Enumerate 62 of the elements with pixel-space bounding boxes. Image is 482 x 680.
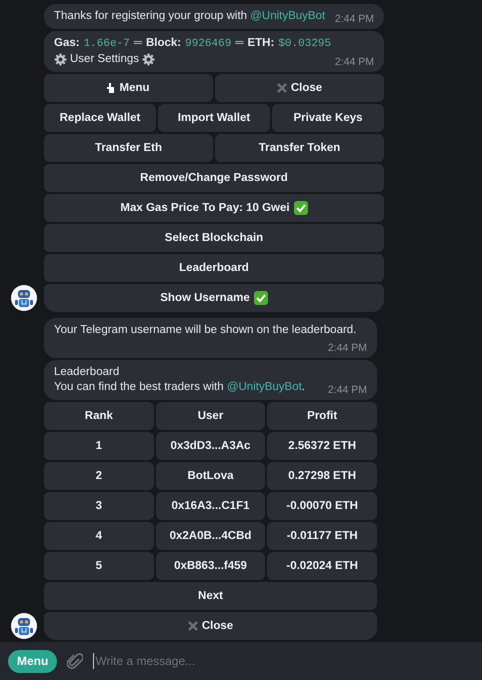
keyboard-button[interactable]: Menu — [44, 74, 213, 102]
table-cell: -0.02024 ETH — [267, 552, 378, 580]
keyboard-button[interactable]: Import Wallet — [158, 104, 270, 132]
message-time: 2:44 PM — [334, 12, 374, 27]
gear-icon — [54, 53, 67, 66]
check-icon — [294, 201, 308, 215]
message-text: You can find the best traders with — [54, 380, 225, 395]
check-icon — [254, 291, 268, 305]
table-cell: 3 — [44, 492, 154, 520]
keyboard-button[interactable]: Private Keys — [272, 104, 384, 132]
keyboard-button[interactable]: Transfer Eth — [44, 134, 213, 162]
stat-label: Gas: — [54, 36, 80, 51]
keyboard-button[interactable]: Next — [44, 582, 377, 610]
table-cell: 5 — [44, 552, 154, 580]
table-cell: 0xB863...f459 — [156, 552, 266, 580]
stat-label: ETH: — [247, 36, 274, 51]
keyboard-button[interactable]: Select Blockchain — [44, 224, 384, 252]
keyboard-button[interactable]: Leaderboard — [44, 254, 384, 282]
message-text: . — [302, 380, 305, 395]
table-cell: -0.00070 ETH — [267, 492, 378, 520]
mention-link[interactable]: @UnityBuyBot — [226, 380, 302, 395]
table-cell: 0x16A3...C1F1 — [156, 492, 266, 520]
table-cell: 1 — [44, 432, 154, 460]
bot-avatar — [11, 285, 37, 311]
settings-title: User Settings — [70, 52, 140, 67]
table-cell: 0x2A0B...4CBd — [156, 522, 266, 550]
keyboard-button[interactable]: Remove/Change Password — [44, 164, 384, 192]
column-header: User — [156, 402, 266, 430]
keyboard-button[interactable]: Close — [44, 612, 377, 640]
stat-value: 9926469 — [185, 37, 232, 52]
keyboard-button[interactable]: Close — [215, 74, 384, 102]
close-icon — [276, 83, 287, 93]
stat-value: 1.66e-7 — [84, 37, 130, 52]
message-time: 2:44 PM — [326, 341, 367, 356]
table-cell: 4 — [44, 522, 154, 550]
pointing-hand-icon — [107, 82, 116, 94]
gear-icon — [142, 53, 156, 66]
message-time: 2:44 PM — [326, 383, 367, 398]
bot-avatar — [11, 613, 37, 639]
keyboard-button[interactable]: Show Username — [44, 284, 384, 312]
stat-label: Block: — [146, 36, 182, 51]
message-text: Thanks for registering your group with — [54, 9, 248, 24]
separator-text: ═ — [134, 36, 142, 51]
keyboard-button[interactable]: Replace Wallet — [44, 104, 156, 132]
table-cell: 2 — [44, 462, 154, 490]
table-cell: 2.56372 ETH — [267, 432, 378, 460]
attach-icon[interactable] — [67, 652, 84, 670]
keyboard-button[interactable]: Transfer Token — [215, 134, 384, 162]
column-header: Profit — [267, 402, 378, 430]
table-cell: 0.27298 ETH — [267, 462, 378, 490]
column-header: Rank — [44, 402, 154, 430]
table-cell: -0.01177 ETH — [267, 522, 378, 550]
message-text: Your Telegram username will be shown on the leaderboard. — [54, 323, 356, 338]
close-icon — [188, 621, 198, 631]
stat-value: $0.03295 — [278, 37, 332, 52]
mention-link[interactable]: @UnityBuyBot — [250, 9, 326, 24]
keyboard-button[interactable]: Max Gas Price To Pay: 10 Gwei — [44, 194, 384, 222]
leaderboard-title: Leaderboard — [54, 365, 120, 380]
separator-text: ═ — [235, 36, 244, 51]
table-cell: BotLova — [156, 462, 266, 490]
message-time: 2:44 PM — [334, 55, 374, 70]
table-cell: 0x3dD3...A3Ac — [156, 432, 266, 460]
